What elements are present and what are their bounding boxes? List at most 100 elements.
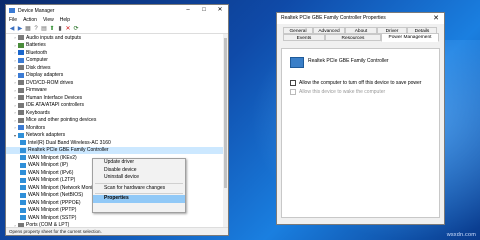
device-icon: [18, 87, 24, 93]
properties-titlebar: Realtek PCIe GBE Family Controller Prope…: [277, 13, 444, 24]
view-icon[interactable]: ▤: [41, 26, 47, 32]
device-icon: [18, 80, 24, 86]
device-icon: [20, 192, 26, 198]
tree-item-label: WAN Miniport (NetBIOS): [28, 192, 84, 199]
allow-wake-label: Allow this device to wake the computer: [299, 89, 386, 95]
device-icon: [18, 102, 24, 108]
status-bar: Opens property sheet for the current sel…: [6, 227, 228, 235]
tree-item-label: Realtek PCIe GBE Family Controller: [28, 147, 109, 154]
tree-item[interactable]: WAN Miniport (SSTP): [6, 214, 228, 222]
device-icon: [18, 117, 24, 123]
tree-item-label: Intel(R) Dual Band Wireless-AC 3160: [28, 139, 111, 146]
device-icon: [20, 207, 26, 213]
device-icon: [18, 95, 24, 101]
menu-uninstall-device[interactable]: Uninstall device: [93, 174, 185, 182]
tree-item-label: WAN Miniport (PPTP): [28, 207, 77, 214]
checkbox-box: [290, 89, 296, 95]
tree-item[interactable]: › Firmware: [6, 87, 228, 95]
close-button[interactable]: ✕: [212, 5, 228, 16]
tree-item-label: Monitors: [26, 124, 46, 131]
menu-help[interactable]: Help: [60, 16, 70, 24]
menu-separator: [95, 182, 183, 184]
tree-item[interactable]: › Monitors: [6, 124, 228, 132]
tree-item[interactable]: › Disk drives: [6, 64, 228, 72]
menu-properties[interactable]: Properties: [93, 195, 185, 203]
tree-item-label: Network adapters: [26, 132, 66, 139]
allow-wake-checkbox: Allow this device to wake the computer: [290, 89, 385, 95]
tab-events[interactable]: Events: [283, 34, 325, 41]
tree-item-label: Audio inputs and outputs: [26, 34, 82, 41]
tree-item-label: IDE ATA/ATAPI controllers: [26, 102, 84, 109]
tab-about[interactable]: About: [345, 27, 377, 34]
tree-item-label: Human Interface Devices: [26, 94, 83, 101]
allow-turn-off-label: Allow the computer to turn off this devi…: [299, 80, 422, 86]
tree-item[interactable]: › IDE ATA/ATAPI controllers: [6, 102, 228, 110]
tree-item[interactable]: › Human Interface Devices: [6, 94, 228, 102]
device-icon: [18, 125, 24, 131]
device-icon: [20, 140, 26, 146]
tree-item-label: Keyboards: [26, 109, 50, 116]
device-manager-icon: [9, 8, 15, 13]
menu-update-driver[interactable]: Update driver: [93, 159, 185, 167]
tree-item[interactable]: Intel(R) Dual Band Wireless-AC 3160: [6, 139, 228, 147]
tree-item[interactable]: › Mice and other pointing devices: [6, 117, 228, 125]
tree-item[interactable]: › Bluetooth: [6, 49, 228, 57]
device-icon: [18, 57, 24, 63]
close-icon[interactable]: ✕: [428, 13, 444, 24]
tree-item[interactable]: › DVD/CD-ROM drives: [6, 79, 228, 87]
menu-bar: File Action View Help: [6, 16, 228, 24]
forward-icon[interactable]: ▶: [17, 26, 23, 32]
device-icon: [18, 42, 24, 48]
device-icon: [20, 170, 26, 176]
allow-turn-off-checkbox[interactable]: Allow the computer to turn off this devi…: [290, 80, 421, 86]
tree-item[interactable]: ▾ Network adapters: [6, 132, 228, 140]
minimize-button[interactable]: –: [180, 5, 196, 16]
properties-icon[interactable]: ▦: [25, 26, 31, 32]
maximize-button[interactable]: □: [196, 5, 212, 16]
back-icon[interactable]: ◀: [9, 26, 15, 32]
tree-item-label: WAN Miniport (IKEv2): [28, 154, 77, 161]
tree-item-label: Bluetooth: [26, 49, 48, 56]
scan-icon[interactable]: ⟳: [73, 26, 79, 32]
network-adapter-icon: [290, 57, 304, 68]
menu-view[interactable]: View: [43, 16, 54, 24]
context-menu: Update driver Disable device Uninstall d…: [92, 158, 186, 213]
device-icon: [18, 35, 24, 41]
properties-dialog: Realtek PCIe GBE Family Controller Prope…: [276, 12, 445, 225]
help-icon[interactable]: ?: [33, 26, 39, 32]
tree-item[interactable]: › Computer: [6, 57, 228, 65]
menu-scan-hardware[interactable]: Scan for hardware changes: [93, 185, 185, 193]
tab-advanced[interactable]: Advanced: [313, 27, 345, 34]
device-manager-titlebar: Device Manager – □ ✕: [6, 5, 228, 16]
tree-item[interactable]: › Keyboards: [6, 109, 228, 117]
toolbar: ◀ ▶ ▦ ? ▤ ⬆ ▮ ✕ ⟳: [6, 24, 228, 34]
tree-item[interactable]: › Display adapters: [6, 72, 228, 80]
menu-file[interactable]: File: [9, 16, 17, 24]
checkbox-box[interactable]: [290, 80, 296, 86]
tree-item[interactable]: › Batteries: [6, 42, 228, 50]
uninstall-icon[interactable]: ✕: [65, 26, 71, 32]
tree-item-label: DVD/CD-ROM drives: [26, 79, 74, 86]
tree-item-label: WAN Miniport (Network Monitor): [28, 184, 100, 191]
device-icon: [20, 155, 26, 161]
disable-icon[interactable]: ▮: [57, 26, 63, 32]
tab-resources[interactable]: Resources: [325, 34, 381, 41]
tree-item-label: Computer: [26, 57, 48, 64]
scrollbar-thumb[interactable]: [224, 38, 227, 188]
tab-general[interactable]: General: [283, 27, 313, 34]
tab-power-management[interactable]: Power Management: [381, 33, 439, 42]
tree-item[interactable]: Realtek PCIe GBE Family Controller: [6, 146, 228, 154]
scrollbar[interactable]: [223, 34, 228, 228]
tree-item[interactable]: › Audio inputs and outputs: [6, 34, 228, 42]
tree-item-label: Disk drives: [26, 64, 51, 71]
device-icon: [18, 72, 24, 78]
device-name: Realtek PCIe GBE Family Controller: [308, 58, 389, 64]
tree-item-label: WAN Miniport (IPv6): [28, 169, 74, 176]
device-icon: [20, 147, 26, 153]
tree-item-label: WAN Miniport (PPPOE): [28, 199, 81, 206]
menu-disable-device[interactable]: Disable device: [93, 167, 185, 175]
tree-item-label: WAN Miniport (IP): [28, 162, 69, 169]
tree-item-label: Firmware: [26, 87, 47, 94]
menu-action[interactable]: Action: [23, 16, 37, 24]
update-driver-icon[interactable]: ⬆: [49, 26, 55, 32]
